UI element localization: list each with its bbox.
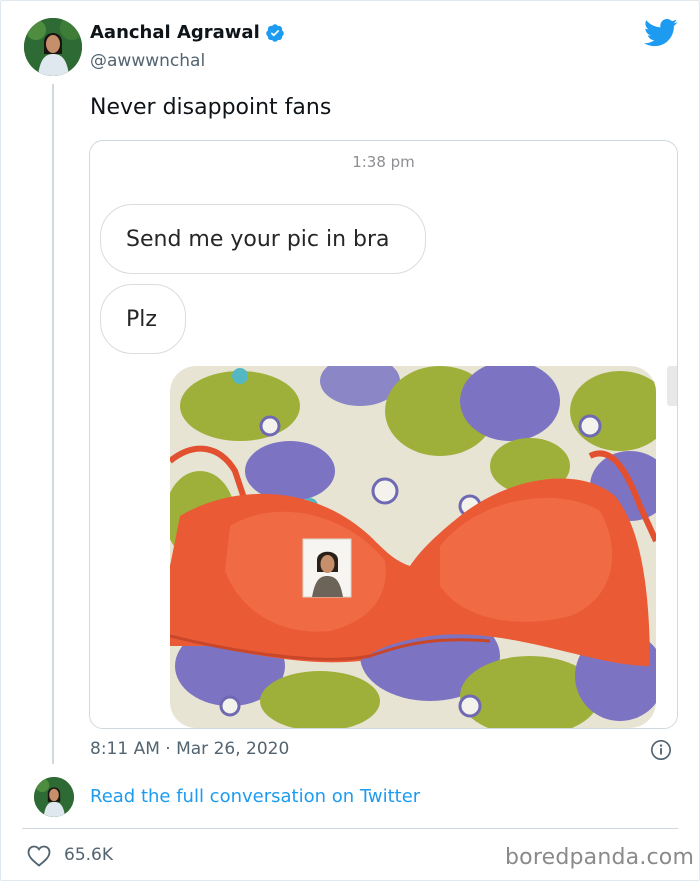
author-name[interactable]: Aanchal Agrawal [90, 22, 260, 43]
verified-badge-icon [265, 23, 284, 42]
chat-bubble-plz: Plz [100, 284, 186, 354]
thread-line [52, 84, 54, 764]
tweet-text: Never disappoint fans [90, 95, 332, 120]
author-name-row: Aanchal Agrawal [90, 22, 285, 43]
footer-divider [22, 828, 678, 829]
next-image-hint [667, 366, 677, 406]
boredpanda-watermark: boredpanda.com [505, 845, 695, 870]
author-avatar[interactable] [24, 18, 82, 76]
bra-photo-image [170, 366, 656, 728]
info-icon[interactable] [650, 739, 672, 761]
like-count: 65.6K [64, 845, 113, 865]
chat-bubble-request: Send me your pic in bra [100, 204, 426, 274]
tweet-timestamp[interactable]: 8:11 AM · Mar 26, 2020 [90, 739, 289, 759]
tweet-media[interactable]: 1:38 pm Send me your pic in bra Plz [89, 140, 678, 729]
author-handle[interactable]: @awwwnchal [90, 51, 205, 71]
read-conversation-link[interactable]: Read the full conversation on Twitter [90, 786, 420, 807]
twitter-bird-icon[interactable] [644, 18, 678, 48]
heart-icon[interactable] [27, 845, 51, 867]
conversation-avatar[interactable] [34, 777, 74, 817]
chat-time: 1:38 pm [352, 153, 415, 171]
